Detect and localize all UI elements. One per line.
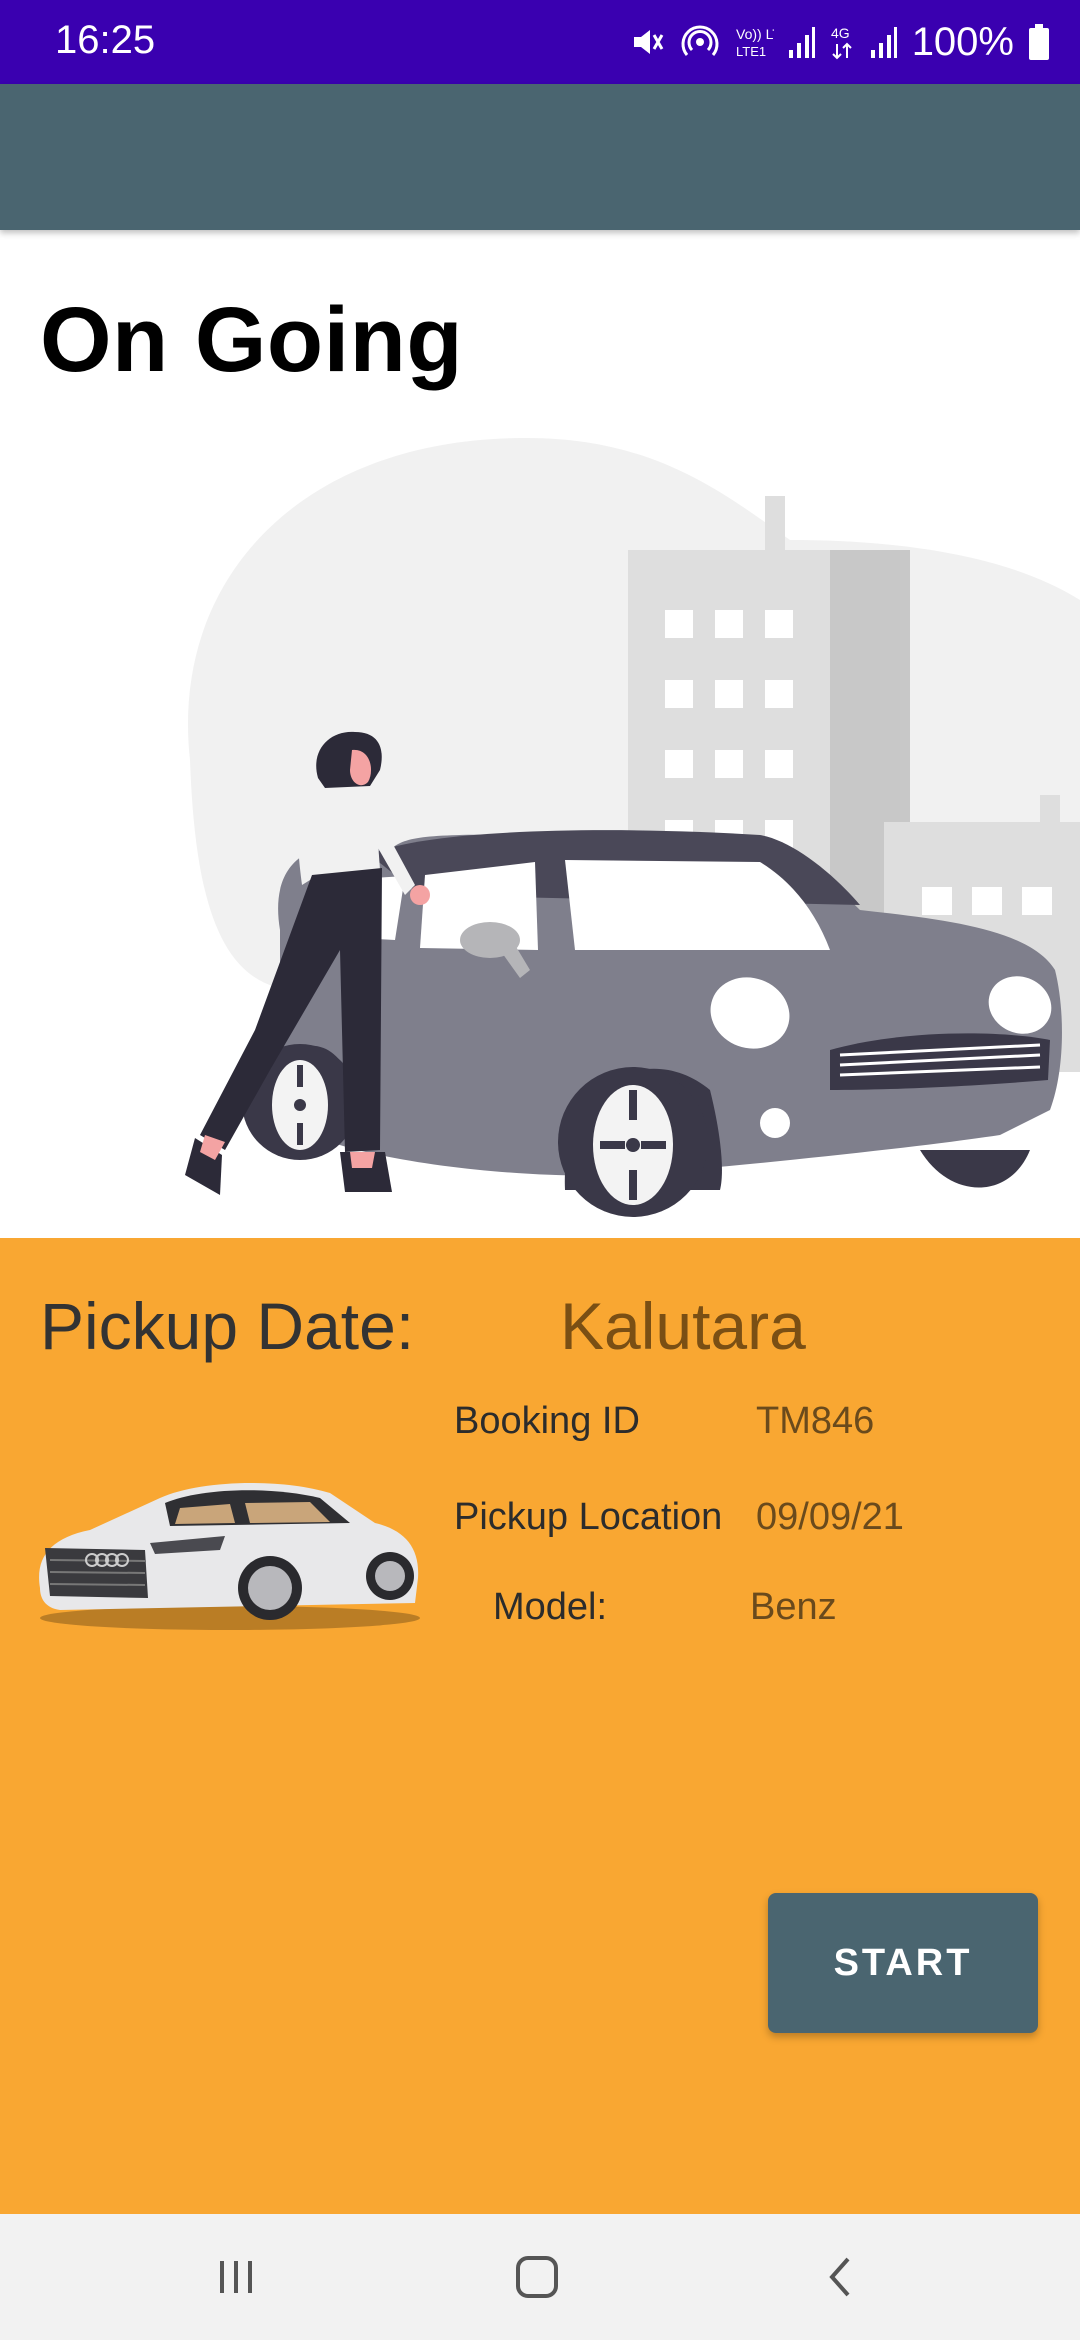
hero-illustration bbox=[0, 430, 1080, 1240]
hotspot-icon bbox=[680, 22, 720, 62]
pickup-location-label: Pickup Location bbox=[454, 1496, 723, 1538]
svg-text:4G: 4G bbox=[831, 25, 850, 41]
recent-apps-icon[interactable] bbox=[196, 2244, 276, 2310]
4g-icon: 4G bbox=[830, 22, 856, 62]
mute-icon bbox=[628, 23, 666, 61]
battery-icon bbox=[1028, 23, 1050, 61]
pickup-date-label: Pickup Date: bbox=[40, 1289, 415, 1363]
model-value: Benz bbox=[750, 1586, 837, 1628]
back-icon[interactable] bbox=[800, 2244, 880, 2310]
svg-text:Vo)) LTE1: Vo)) LTE1 bbox=[736, 26, 774, 42]
status-time: 16:25 bbox=[55, 18, 156, 62]
page-title: On Going bbox=[40, 289, 464, 391]
pickup-location-value: 09/09/21 bbox=[756, 1496, 904, 1538]
model-label: Model: bbox=[493, 1586, 608, 1628]
start-button[interactable]: START bbox=[768, 1893, 1038, 2033]
booking-panel: Pickup Date: Kalutara Booking ID TM846 P… bbox=[0, 1238, 1080, 2214]
pickup-date-value: Kalutara bbox=[560, 1289, 806, 1363]
volte-icon: Vo)) LTE1 LTE1 bbox=[734, 22, 774, 62]
booking-id-value: TM846 bbox=[756, 1400, 875, 1442]
battery-percent: 100% bbox=[911, 19, 1014, 64]
home-icon[interactable] bbox=[497, 2244, 577, 2310]
app-bar bbox=[0, 84, 1080, 230]
system-nav-bar bbox=[0, 2214, 1080, 2340]
signal-icon bbox=[788, 24, 816, 60]
car-photo bbox=[30, 1438, 430, 1638]
booking-id-label: Booking ID bbox=[454, 1400, 640, 1442]
signal-icon bbox=[870, 24, 898, 60]
status-icons: Vo)) LTE1 LTE1 4G 100% bbox=[628, 14, 1050, 70]
status-bar: 16:25 Vo)) LTE1 LTE1 4G 100% bbox=[0, 0, 1080, 84]
svg-text:LTE1: LTE1 bbox=[736, 44, 766, 59]
